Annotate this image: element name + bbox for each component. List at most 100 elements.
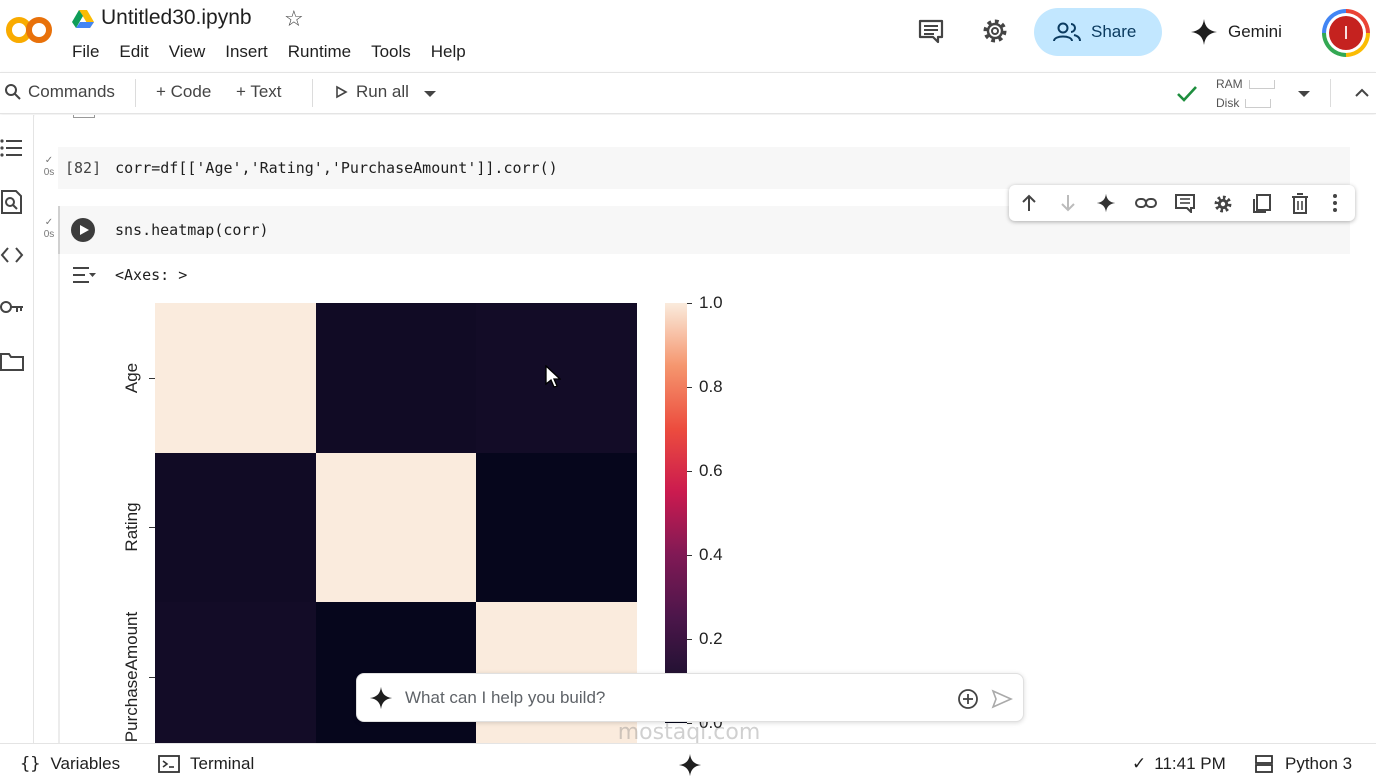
y-tick-label: Age: [122, 362, 141, 393]
kernel-label: Python 3: [1285, 754, 1353, 773]
add-code-label: + Code: [156, 82, 212, 101]
sparkle-icon[interactable]: [1096, 193, 1116, 213]
heatmap-cell: [155, 303, 316, 453]
terminal-label: Terminal: [190, 754, 255, 773]
chevron-up-icon[interactable]: [1353, 85, 1371, 101]
trash-icon[interactable]: [1290, 193, 1310, 215]
comment-icon[interactable]: [1174, 193, 1196, 213]
heatmap-colorbar: [665, 303, 687, 723]
menu-runtime[interactable]: Runtime: [288, 42, 351, 62]
check-icon: ✓: [44, 217, 54, 228]
run-cell-button[interactable]: [71, 218, 95, 242]
prompt-input[interactable]: What can I help you build?: [405, 688, 605, 708]
terminal-icon: [158, 755, 180, 773]
heatmap-cell: [155, 602, 316, 752]
toolbar-divider: [1330, 79, 1331, 107]
find-replace-icon[interactable]: [0, 189, 24, 215]
key-icon[interactable]: [0, 297, 24, 317]
link-icon[interactable]: [1134, 193, 1158, 213]
kernel-indicator[interactable]: Python 3: [1254, 754, 1352, 774]
execution-count: [82]: [65, 159, 102, 177]
terminal-button[interactable]: Terminal: [158, 754, 254, 774]
server-icon: [1255, 755, 1273, 773]
resource-meter[interactable]: RAM Disk: [1216, 75, 1275, 113]
colorbar-tick-mark: [687, 639, 692, 640]
add-code-button[interactable]: + Code: [156, 82, 211, 102]
share-button[interactable]: Share: [1034, 8, 1162, 56]
output-gutter: [58, 254, 60, 743]
avatar[interactable]: I: [1322, 9, 1370, 57]
comments-icon[interactable]: [916, 16, 946, 46]
cell-run-status: ✓ 0s: [39, 155, 59, 179]
menu-bar: File Edit View Insert Runtime Tools Help: [72, 42, 486, 62]
braces-icon: {}: [20, 754, 41, 774]
run-all-button[interactable]: Run all: [334, 82, 409, 102]
colorbar-tick-mark: [687, 471, 692, 472]
gear-icon[interactable]: [980, 16, 1010, 46]
y-tick-mark: [149, 676, 155, 678]
arrow-down-icon[interactable]: [1058, 193, 1078, 213]
code-text[interactable]: sns.heatmap(corr): [115, 221, 269, 239]
add-circle-icon[interactable]: [957, 688, 979, 710]
mirror-cell-icon[interactable]: [1251, 193, 1273, 215]
gear-icon[interactable]: [1212, 193, 1234, 215]
star-icon[interactable]: ☆: [284, 6, 304, 32]
menu-tools[interactable]: Tools: [371, 42, 411, 62]
google-drive-icon[interactable]: [72, 9, 94, 29]
cell-run-status: ✓ 0s: [39, 217, 59, 241]
folder-icon[interactable]: [0, 351, 24, 371]
mouse-cursor-icon: [545, 365, 561, 388]
code-snippets-icon[interactable]: [0, 245, 24, 265]
notebook-toolbar: Commands + Code + Text Run all RAM Disk: [0, 72, 1376, 114]
table-of-contents-icon[interactable]: [0, 137, 24, 159]
heatmap-cell: [476, 452, 637, 603]
menu-view[interactable]: View: [169, 42, 206, 62]
heatmap-cell: [315, 303, 477, 453]
code-line[interactable]: [82] corr=df[['Age','Rating','PurchaseAm…: [65, 159, 558, 177]
colorbar-tick-label: 1.0: [699, 293, 723, 312]
commands-button[interactable]: Commands: [4, 82, 115, 102]
chevron-down-icon[interactable]: [422, 88, 438, 100]
left-sidebar: [0, 115, 34, 743]
y-tick-label: PurchaseAmount: [122, 611, 141, 742]
gemini-prompt-bar[interactable]: What can I help you build?: [356, 673, 1024, 722]
colorbar-tick-mark: [687, 303, 692, 304]
sparkle-icon[interactable]: [678, 753, 702, 777]
commands-label: Commands: [28, 82, 115, 101]
check-icon[interactable]: [1175, 83, 1199, 105]
ram-bar: [1248, 80, 1275, 90]
menu-insert[interactable]: Insert: [225, 42, 268, 62]
more-vert-icon[interactable]: [1331, 193, 1339, 213]
execution-status[interactable]: ✓ 11:41 PM: [1132, 754, 1226, 774]
add-text-button[interactable]: + Text: [236, 82, 282, 102]
chevron-down-icon[interactable]: [1296, 88, 1312, 100]
code-text: corr=df[['Age','Rating','PurchaseAmount'…: [115, 159, 558, 177]
gemini-label: Gemini: [1228, 22, 1282, 41]
gemini-button[interactable]: Gemini: [1190, 14, 1282, 50]
notebook-title[interactable]: Untitled30.ipynb: [101, 6, 252, 30]
colorbar-tick-mark: [687, 555, 692, 556]
y-tick-label: Rating: [122, 502, 141, 552]
cell-run-time: 0s: [43, 167, 55, 178]
cell-toolbar: [1009, 185, 1355, 221]
menu-edit[interactable]: Edit: [119, 42, 148, 62]
heatmap-cell: [155, 452, 316, 603]
check-icon: ✓: [1132, 754, 1147, 773]
colab-logo[interactable]: [4, 12, 54, 48]
play-icon: [80, 225, 89, 235]
sparkle-icon: [369, 686, 393, 710]
output-menu-icon[interactable]: [71, 265, 97, 285]
avatar-ring: I: [1326, 13, 1366, 53]
send-icon[interactable]: [991, 689, 1013, 709]
play-outline-icon: [336, 85, 348, 99]
arrow-up-icon[interactable]: [1019, 193, 1039, 213]
ram-label: RAM: [1216, 77, 1243, 91]
execution-time: 11:41 PM: [1154, 754, 1226, 773]
toolbar-divider: [312, 79, 313, 107]
menu-file[interactable]: File: [72, 42, 99, 62]
variables-button[interactable]: {} Variables: [20, 754, 120, 774]
people-icon: [1053, 22, 1081, 42]
menu-help[interactable]: Help: [431, 42, 466, 62]
cell-collapse-handle[interactable]: [73, 115, 95, 118]
heatmap-cell: [315, 452, 477, 603]
